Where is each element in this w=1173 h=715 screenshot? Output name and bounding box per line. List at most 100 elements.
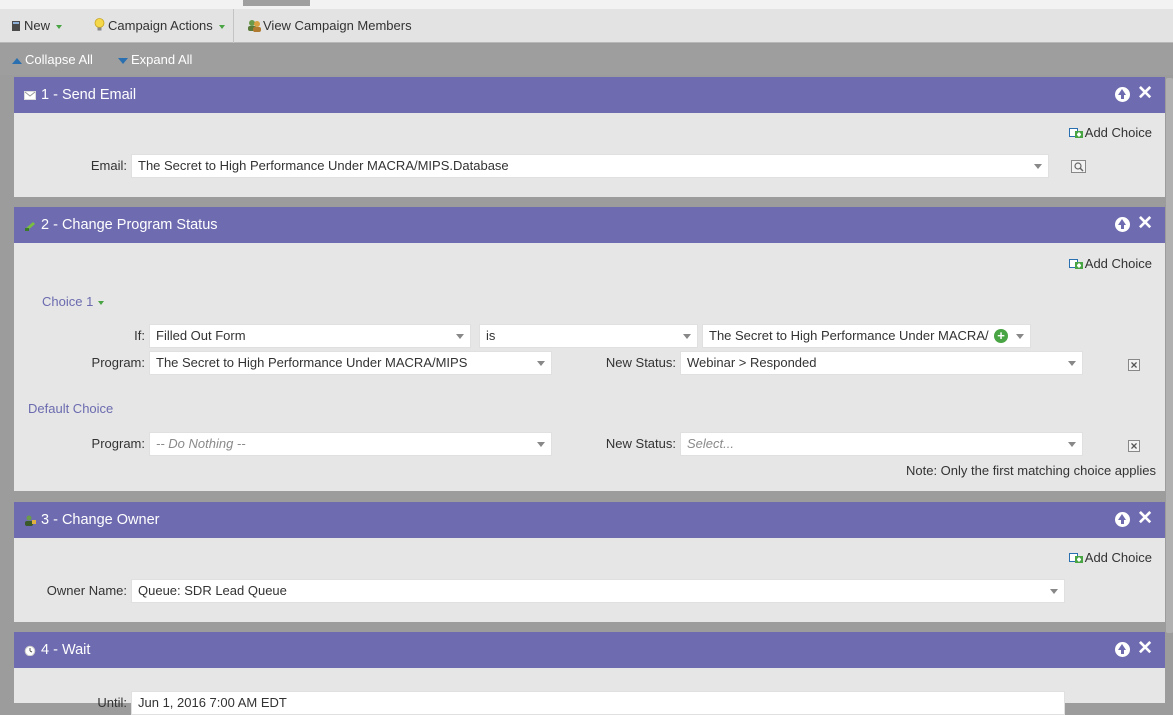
default-status-select[interactable]: Select... xyxy=(680,432,1083,456)
chevron-down-icon xyxy=(1016,334,1024,339)
top-strip xyxy=(0,0,1173,9)
flow-step-3-header[interactable]: 3 - Change Owner ✕ xyxy=(14,502,1165,538)
program-label: Program: xyxy=(91,355,145,370)
flow-step-2-header[interactable]: 2 - Change Program Status ✕ xyxy=(14,207,1165,243)
expand-all-label: Expand All xyxy=(131,52,193,67)
expand-all-button[interactable]: Expand All xyxy=(118,51,192,68)
add-choice-button[interactable]: Add Choice xyxy=(1068,550,1152,566)
choice-1-toggle[interactable]: Choice 1 xyxy=(42,294,105,309)
flow-step-title: 3 - Change Owner xyxy=(41,512,160,528)
chevron-down-icon xyxy=(56,24,63,29)
flow-step-title: 1 - Send Email xyxy=(41,87,137,103)
owner-name-select[interactable]: Queue: SDR Lead Queue xyxy=(131,579,1065,603)
flow-step-4-header[interactable]: 4 - Wait ✕ xyxy=(14,632,1165,668)
if-operator-select[interactable]: is xyxy=(479,324,698,348)
remove-choice-icon[interactable] xyxy=(1128,355,1140,375)
flow-step-1-body: Add Choice Email: The Secret to High Per… xyxy=(14,113,1165,197)
if-value-select[interactable]: The Secret to High Performance Under MAC… xyxy=(702,324,1031,348)
vertical-scrollbar[interactable] xyxy=(1166,78,1173,633)
add-choice-button[interactable]: Add Choice xyxy=(1068,256,1152,272)
add-choice-button[interactable]: Add Choice xyxy=(1068,125,1152,141)
owner-name-value: Queue: SDR Lead Queue xyxy=(138,583,287,598)
lightbulb-icon xyxy=(94,18,105,31)
campaign-actions-label: Campaign Actions xyxy=(108,18,213,33)
new-document-icon xyxy=(12,21,20,31)
remove-default-choice-icon[interactable] xyxy=(1128,436,1140,456)
email-select-value: The Secret to High Performance Under MAC… xyxy=(138,158,509,173)
flow-step-1-header[interactable]: 1 - Send Email ✕ xyxy=(14,77,1165,113)
program-value: The Secret to High Performance Under MAC… xyxy=(156,355,468,370)
flow-controls-bar: Collapse All Expand All xyxy=(0,44,1173,75)
collapse-all-label: Collapse All xyxy=(25,52,93,67)
default-program-value: -- Do Nothing -- xyxy=(156,436,246,451)
add-choice-icon xyxy=(1068,553,1083,563)
new-status-value: Webinar > Responded xyxy=(687,355,817,370)
choice-1-label: Choice 1 xyxy=(42,294,94,309)
preview-email-icon[interactable] xyxy=(1071,160,1086,173)
if-field-select[interactable]: Filled Out Form xyxy=(149,324,471,348)
move-up-icon[interactable] xyxy=(1115,642,1130,657)
active-tab-indicator xyxy=(243,0,310,6)
email-icon xyxy=(24,91,36,100)
close-icon[interactable]: ✕ xyxy=(1137,638,1153,660)
default-program-select[interactable]: -- Do Nothing -- xyxy=(149,432,552,456)
if-operator-value: is xyxy=(486,328,496,343)
flow-step-title: 4 - Wait xyxy=(41,642,91,658)
move-up-icon[interactable] xyxy=(1115,512,1130,527)
if-field-value: Filled Out Form xyxy=(156,328,246,343)
program-select[interactable]: The Secret to High Performance Under MAC… xyxy=(149,351,552,375)
flow-step-3-body: Add Choice Owner Name: Queue: SDR Lead Q… xyxy=(14,538,1165,622)
program-status-icon xyxy=(25,222,35,231)
expand-icon xyxy=(118,57,128,64)
move-up-icon[interactable] xyxy=(1115,87,1130,102)
chevron-down-icon xyxy=(1068,442,1076,447)
first-match-note: Note: Only the first matching choice app… xyxy=(905,463,1156,478)
change-owner-icon xyxy=(25,515,36,526)
new-status-label: New Status: xyxy=(605,355,676,370)
close-icon[interactable]: ✕ xyxy=(1137,213,1153,235)
flow-step-4-body: Until: Jun 1, 2016 7:00 AM EDT xyxy=(14,668,1165,715)
if-label: If: xyxy=(134,328,145,343)
until-label: Until: xyxy=(97,695,127,710)
close-icon[interactable]: ✕ xyxy=(1137,83,1153,105)
email-label: Email: xyxy=(90,158,127,173)
until-datetime-field[interactable]: Jun 1, 2016 7:00 AM EDT xyxy=(131,691,1065,715)
default-status-value: Select... xyxy=(687,436,734,451)
new-status-select[interactable]: Webinar > Responded xyxy=(680,351,1083,375)
view-campaign-members-label: View Campaign Members xyxy=(263,18,412,33)
add-choice-icon xyxy=(1068,128,1083,138)
default-choice-label: Default Choice xyxy=(28,401,114,416)
add-value-icon[interactable]: + xyxy=(994,329,1008,343)
close-icon[interactable]: ✕ xyxy=(1137,508,1153,530)
chevron-down-icon xyxy=(98,300,105,305)
owner-name-label: Owner Name: xyxy=(46,583,127,598)
email-select[interactable]: The Secret to High Performance Under MAC… xyxy=(131,154,1049,178)
clock-icon xyxy=(24,645,36,656)
if-value-text: The Secret to High Performance Under MAC… xyxy=(709,328,989,343)
chevron-down-icon xyxy=(456,334,464,339)
chevron-down-icon xyxy=(537,442,545,447)
default-status-label: New Status: xyxy=(605,436,676,451)
collapse-icon xyxy=(12,57,22,64)
chevron-down-icon xyxy=(537,361,545,366)
default-program-label: Program: xyxy=(91,436,145,451)
people-icon xyxy=(248,20,261,32)
new-menu-button[interactable]: New xyxy=(11,17,63,35)
chevron-down-icon xyxy=(1034,164,1042,169)
flow-step-2-body: Add Choice Choice 1 If: Filled Out Form … xyxy=(14,243,1165,491)
view-campaign-members-button[interactable]: View Campaign Members xyxy=(247,17,412,35)
chevron-down-icon xyxy=(1050,589,1058,594)
move-up-icon[interactable] xyxy=(1115,217,1130,232)
collapse-all-button[interactable]: Collapse All xyxy=(12,51,93,68)
add-choice-label: Add Choice xyxy=(1084,256,1152,271)
add-choice-label: Add Choice xyxy=(1084,125,1152,140)
toolbar: New Campaign Actions View Campaign Membe… xyxy=(0,9,1173,43)
add-choice-icon xyxy=(1068,259,1083,269)
flow-step-title: 2 - Change Program Status xyxy=(41,217,218,233)
toolbar-divider xyxy=(233,9,234,43)
chevron-down-icon xyxy=(218,24,225,29)
new-label: New xyxy=(24,18,51,33)
chevron-down-icon xyxy=(683,334,691,339)
chevron-down-icon xyxy=(1068,361,1076,366)
campaign-actions-button[interactable]: Campaign Actions xyxy=(94,17,225,35)
